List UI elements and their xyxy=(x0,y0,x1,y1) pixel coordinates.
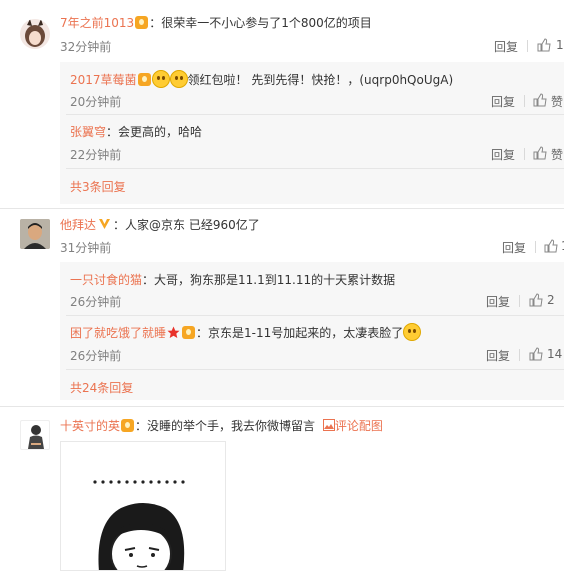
comment-text: ：很荣幸一不小心参与了1个800亿的项目 xyxy=(149,16,372,30)
reply-username[interactable]: 2017草莓菌 xyxy=(70,73,137,87)
reply-line: 张翼穹：会更高的，哈哈 xyxy=(70,123,202,140)
avatar[interactable] xyxy=(20,420,50,450)
reply-button[interactable]: 回复 xyxy=(494,38,518,55)
comment-line: 十英寸的英 ：没睡的举个手，我去你微博留言 评论配图 xyxy=(60,417,383,434)
reply-line: 一只讨食的猫：大哥，狗东那是11.1到11.11的十天累计数据 xyxy=(70,271,395,288)
reply-time: 22分钟前 xyxy=(70,148,122,162)
star-badge-icon xyxy=(167,326,180,338)
divider xyxy=(519,295,520,307)
comment-text: ：人家@京东 已经960亿了 xyxy=(113,218,260,232)
reply-button[interactable]: 回复 xyxy=(491,146,515,163)
emoji-icon xyxy=(169,70,188,88)
avatar[interactable] xyxy=(20,19,50,49)
divider xyxy=(524,148,525,160)
like-count: 1 xyxy=(556,38,564,52)
like-count: 2 xyxy=(547,293,555,307)
divider xyxy=(66,315,564,316)
like-label[interactable]: 赞 xyxy=(551,146,563,163)
like-count: 14 xyxy=(547,347,563,361)
laughing-emoji-icon xyxy=(403,323,422,341)
reply-button[interactable]: 回复 xyxy=(502,239,526,256)
comment-line: 他拜达 ：人家@京东 已经960亿了 xyxy=(60,216,260,233)
reply-text: 领红包啦！ 先到先得！快抢！，(uqrp0hQoUgA) xyxy=(187,73,454,87)
comment-username[interactable]: 7年之前1013 xyxy=(60,16,134,30)
reply-button[interactable]: 回复 xyxy=(491,93,515,110)
divider xyxy=(535,241,536,253)
image-icon xyxy=(322,419,335,431)
like-icon[interactable] xyxy=(529,293,543,307)
reply-time: 26分钟前 xyxy=(70,349,122,363)
reply-button[interactable]: 回复 xyxy=(486,347,510,364)
reply-username[interactable]: 一只讨食的猫 xyxy=(70,273,142,287)
member-badge-icon xyxy=(137,73,151,86)
like-icon[interactable] xyxy=(533,93,547,107)
reply-time: 20分钟前 xyxy=(70,95,122,109)
divider xyxy=(519,349,520,361)
reply-username[interactable]: 困了就吃饿了就睡 xyxy=(70,326,166,340)
reply-text: ：京东是1-11号加起来的，太凄表脸了 xyxy=(196,326,404,340)
reply-text: ：会更高的，哈哈 xyxy=(106,125,203,139)
comment-picture[interactable] xyxy=(60,441,226,571)
member-badge-icon xyxy=(135,16,149,29)
comment-time: 31分钟前 xyxy=(60,241,112,255)
like-icon[interactable] xyxy=(533,146,547,160)
like-icon[interactable] xyxy=(544,239,558,253)
divider xyxy=(66,114,564,115)
comment-line: 7年之前1013 ：很荣幸一不小心参与了1个800亿的项目 xyxy=(60,14,372,31)
comment-username[interactable]: 十英寸的英 xyxy=(60,419,120,433)
comment-text: ：没睡的举个手，我去你微博留言 xyxy=(135,419,316,433)
comment-username[interactable]: 他拜达 xyxy=(60,218,96,232)
more-replies-link[interactable]: 共24条回复 xyxy=(70,379,133,396)
reply-button[interactable]: 回复 xyxy=(486,293,510,310)
verified-v-icon xyxy=(99,219,111,229)
reply-time: 26分钟前 xyxy=(70,295,122,309)
divider xyxy=(66,168,564,169)
member-badge-icon xyxy=(182,326,196,339)
reply-line: 困了就吃饿了就睡 ：京东是1-11号加起来的，太凄表脸了 xyxy=(70,323,422,341)
divider xyxy=(66,369,564,370)
divider xyxy=(524,95,525,107)
like-label[interactable]: 赞 xyxy=(551,93,563,110)
divider xyxy=(0,208,564,209)
divider xyxy=(527,40,528,52)
emoji-icon xyxy=(151,70,170,88)
comment-time: 32分钟前 xyxy=(60,40,112,54)
meme-face-image xyxy=(93,480,185,570)
divider xyxy=(0,406,564,407)
reply-text: ：大哥，狗东那是11.1到11.11的十天累计数据 xyxy=(142,273,396,287)
more-replies-link[interactable]: 共3条回复 xyxy=(70,178,126,195)
avatar[interactable] xyxy=(20,219,50,249)
like-icon[interactable] xyxy=(537,38,551,52)
member-badge-icon xyxy=(121,419,135,432)
comment-picture-link[interactable]: 评论配图 xyxy=(335,419,383,433)
reply-line: 2017草莓菌 领红包啦！ 先到先得！快抢！，(uqrp0hQoUgA) xyxy=(70,70,453,88)
reply-username[interactable]: 张翼穹 xyxy=(70,125,106,139)
like-icon[interactable] xyxy=(529,347,543,361)
